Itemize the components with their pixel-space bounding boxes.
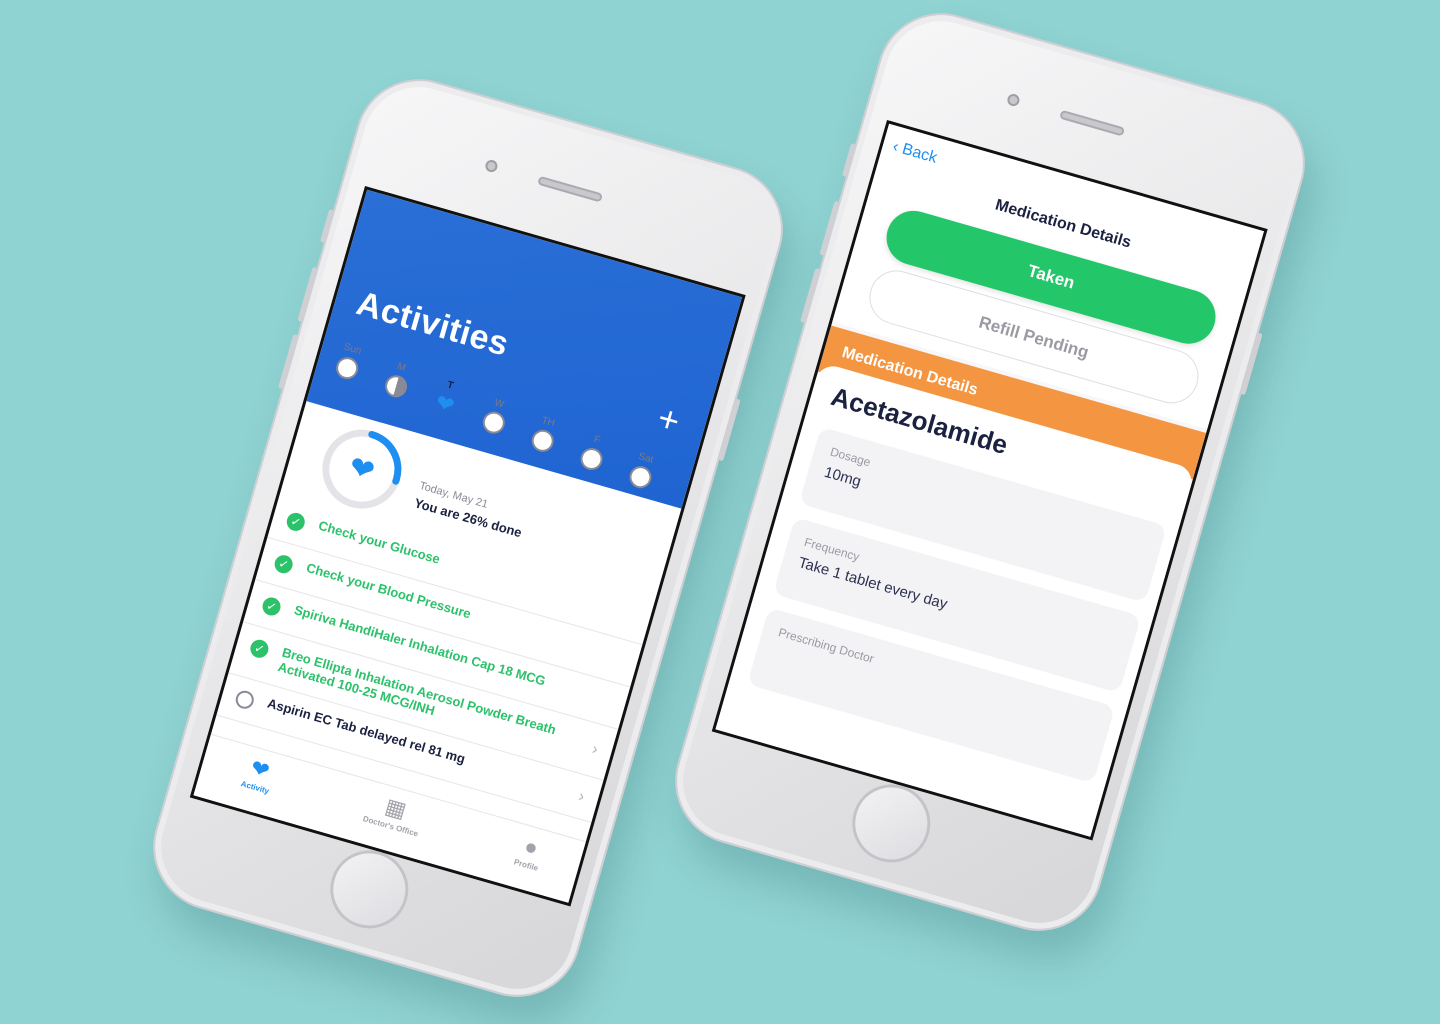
unchecked-circle-icon — [233, 688, 256, 711]
volume-down-button — [800, 267, 821, 324]
heart-icon: ❤ — [432, 389, 458, 419]
right-phone: ‹ Back Medication Details Taken Refill P… — [659, 0, 1321, 946]
day-fri[interactable]: F — [568, 429, 618, 479]
check-icon: ✓ — [248, 637, 271, 660]
earpiece-speaker — [537, 175, 604, 203]
heart-icon: ❤ — [345, 449, 379, 490]
day-status-empty-icon — [333, 354, 361, 382]
left-phone: Activities + Sun M T ❤ W TH F Sat ❤ Toda… — [137, 64, 799, 1012]
front-camera — [484, 158, 499, 174]
volume-up-button — [297, 266, 318, 322]
day-wed[interactable]: W — [470, 393, 520, 443]
check-icon: ✓ — [272, 553, 295, 576]
tab-profile[interactable]: ● Profile — [472, 821, 587, 885]
day-status-empty-icon — [529, 427, 557, 455]
power-button — [718, 398, 741, 462]
day-sat[interactable]: Sat — [617, 448, 667, 498]
day-mon[interactable]: M — [372, 357, 422, 407]
tab-doctors-office[interactable]: ▦ Doctor's Office — [336, 782, 451, 846]
mute-switch — [319, 209, 335, 244]
check-icon: ✓ — [284, 510, 307, 534]
power-button — [1240, 332, 1263, 396]
chevron-right-icon: › — [576, 787, 587, 806]
earpiece-speaker — [1059, 109, 1126, 137]
day-status-empty-icon — [577, 445, 606, 473]
day-thu[interactable]: TH — [519, 411, 569, 461]
day-status-empty-icon — [480, 409, 508, 437]
day-status-half-icon — [382, 372, 410, 400]
check-icon: ✓ — [260, 595, 283, 618]
day-status-empty-icon — [626, 463, 655, 491]
activities-screen: Activities + Sun M T ❤ W TH F Sat ❤ Toda… — [189, 185, 746, 907]
day-tue[interactable]: T ❤ — [422, 375, 471, 422]
field-label: Dosage — [828, 444, 873, 470]
chevron-right-icon: › — [590, 740, 600, 759]
day-sun[interactable]: Sun — [324, 339, 374, 389]
front-camera — [1006, 92, 1021, 108]
volume-down-button — [278, 333, 299, 390]
volume-up-button — [819, 200, 840, 256]
medication-details-screen: ‹ Back Medication Details Taken Refill P… — [711, 119, 1268, 841]
tab-activity[interactable]: ❤ Activity — [201, 743, 316, 807]
mute-switch — [841, 143, 857, 178]
